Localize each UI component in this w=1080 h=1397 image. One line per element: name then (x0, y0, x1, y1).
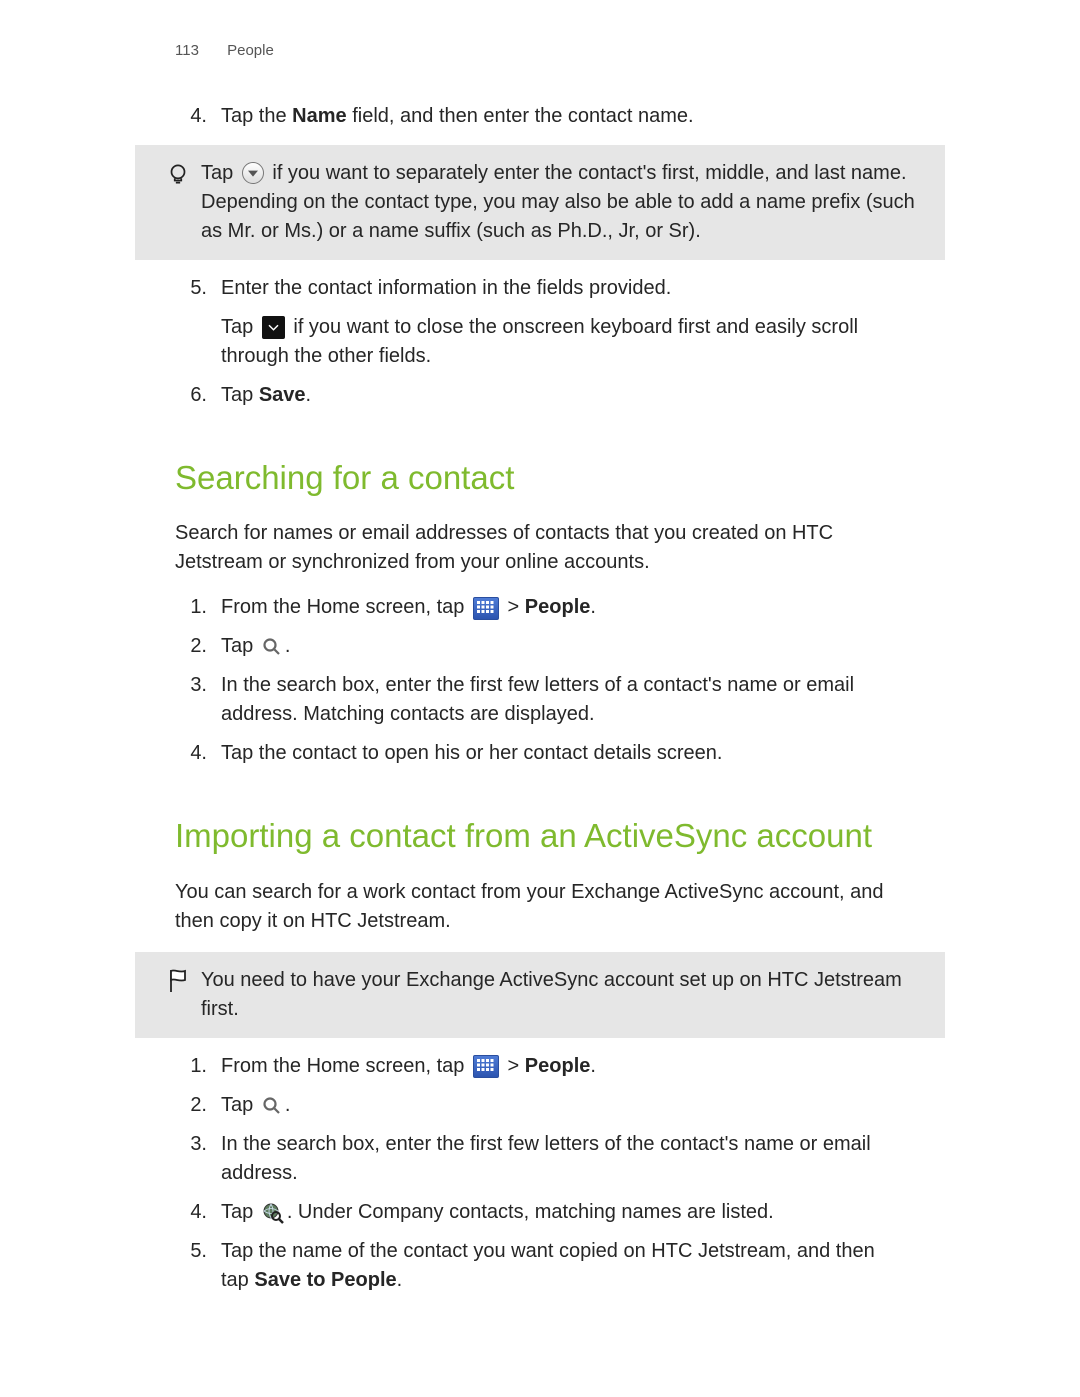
dropdown-circle-icon (242, 162, 264, 184)
import-steps: 1. From the Home screen, tap > People. (175, 1052, 905, 1295)
step-number: 4. (175, 1198, 221, 1227)
search-step-3: 3. In the search box, enter the first fe… (175, 671, 905, 729)
tip-callout: Tap if you want to separately enter the … (135, 145, 945, 260)
step-number: 1. (175, 1052, 221, 1081)
import-step-4: 4. Tap . Under Company contacts, matchin… (175, 1198, 905, 1227)
apps-grid-icon (473, 1055, 499, 1078)
heading-importing: Importing a contact from an ActiveSync a… (175, 816, 905, 856)
import-intro: You can search for a work contact from y… (175, 878, 905, 936)
step-number: 5. (175, 1237, 221, 1266)
step-body: From the Home screen, tap > People. (221, 1052, 905, 1081)
apps-grid-icon (473, 597, 499, 620)
lightbulb-icon (155, 159, 201, 187)
page-header: 113 People (0, 40, 1080, 92)
step-number: 3. (175, 671, 221, 700)
import-step-5: 5. Tap the name of the contact you want … (175, 1237, 905, 1295)
page-number: 113 (175, 42, 199, 59)
search-step-2: 2. Tap . (175, 632, 905, 661)
step-body: Tap the contact to open his or her conta… (221, 739, 905, 768)
import-step-2: 2. Tap . (175, 1091, 905, 1120)
step-number: 6. (175, 381, 221, 410)
step-number: 3. (175, 1130, 221, 1159)
heading-searching: Searching for a contact (175, 458, 905, 498)
step-body: Tap . Under Company contacts, matching n… (221, 1198, 905, 1227)
magnifier-icon (262, 637, 282, 657)
step-number: 2. (175, 1091, 221, 1120)
step-body: Tap the name of the contact you want cop… (221, 1237, 905, 1295)
keyboard-close-icon (262, 316, 285, 339)
globe-search-icon (262, 1202, 284, 1224)
header-section: People (227, 42, 274, 59)
requirement-text: You need to have your Exchange ActiveSyn… (201, 966, 925, 1024)
search-steps: 1. From the Home screen, tap > People. (175, 593, 905, 768)
step-body: Tap the Name field, and then enter the c… (221, 102, 905, 131)
tip-text: Tap if you want to separately enter the … (201, 159, 925, 246)
page-content: 4. Tap the Name field, and then enter th… (0, 102, 1080, 1295)
step-number: 4. (175, 102, 221, 131)
requirement-callout: You need to have your Exchange ActiveSyn… (135, 952, 945, 1038)
import-step-3: 3. In the search box, enter the first fe… (175, 1130, 905, 1188)
step-number: 5. (175, 274, 221, 303)
steps-continued: 4. Tap the Name field, and then enter th… (175, 102, 905, 131)
search-step-4: 4. Tap the contact to open his or her co… (175, 739, 905, 768)
steps-continued-2: 5. Enter the contact information in the … (175, 274, 905, 410)
step-body: Tap Save. (221, 381, 905, 410)
manual-page: 113 People 4. Tap the Name field, and th… (0, 0, 1080, 1365)
search-intro: Search for names or email addresses of c… (175, 519, 905, 577)
step-body: From the Home screen, tap > People. (221, 593, 905, 622)
step-body: Tap . (221, 632, 905, 661)
import-step-1: 1. From the Home screen, tap > People. (175, 1052, 905, 1081)
step-number: 1. (175, 593, 221, 622)
step-number: 2. (175, 632, 221, 661)
step-body: In the search box, enter the first few l… (221, 1130, 905, 1188)
flag-icon (155, 966, 201, 994)
step-body: In the search box, enter the first few l… (221, 671, 905, 729)
search-step-1: 1. From the Home screen, tap > People. (175, 593, 905, 622)
step-body: Tap . (221, 1091, 905, 1120)
step-6: 6. Tap Save. (175, 381, 905, 410)
magnifier-icon (262, 1096, 282, 1116)
step-5: 5. Enter the contact information in the … (175, 274, 905, 371)
step-4: 4. Tap the Name field, and then enter th… (175, 102, 905, 131)
step-body: Enter the contact information in the fie… (221, 274, 905, 371)
step-body-extra: Tap if you want to close the onscreen ke… (221, 313, 905, 371)
step-number: 4. (175, 739, 221, 768)
